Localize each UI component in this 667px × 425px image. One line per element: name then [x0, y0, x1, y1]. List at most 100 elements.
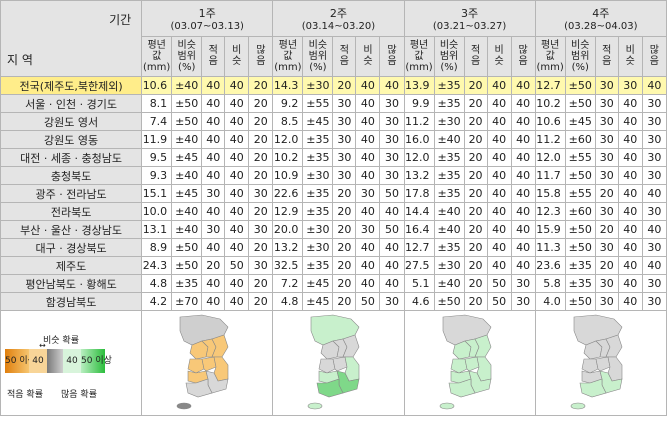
- range-value: ±35: [302, 256, 334, 275]
- low-prob: 20: [463, 238, 488, 257]
- range-value: ±50: [171, 94, 203, 113]
- similar-prob: 40: [486, 238, 512, 257]
- high-prob: 30: [248, 220, 274, 239]
- high-prob: 30: [510, 292, 536, 311]
- table-row: 함경남북도 4.2 ±70 40 40 20 4.8 ±45 20 50 30 4.6 ±50 20 50 3…: [0, 292, 667, 311]
- similar-prob: 40: [617, 166, 643, 185]
- similar-prob: 40: [224, 166, 250, 185]
- low-prob: 30: [594, 148, 619, 167]
- high-prob: 20: [248, 202, 274, 221]
- map-region-chungbuk: [201, 356, 217, 372]
- avg-value: 7.4: [141, 112, 173, 131]
- range-value: ±45: [302, 292, 334, 311]
- low-prob: 40: [201, 94, 226, 113]
- high-prob: 30: [641, 112, 667, 131]
- week-header-3: 3주 (03.21~03.27): [403, 0, 536, 37]
- low-prob: 20: [594, 184, 619, 203]
- table-row: 강원도 영서 7.4 ±50 40 40 20 8.5 ±45 30 40 30 11.2 ±30 20 4…: [0, 112, 667, 131]
- similar-prob: 40: [617, 274, 643, 293]
- range-header: 비슷 범위 (%): [564, 35, 596, 78]
- range-value: ±35: [433, 166, 465, 185]
- region-name: 부산 · 울산 · 경상남도: [0, 220, 143, 239]
- low-prob: 20: [332, 202, 357, 221]
- avg-value: 5.8: [534, 274, 566, 293]
- similar-prob: 30: [355, 184, 381, 203]
- avg-value: 10.2: [534, 94, 566, 113]
- low-prob: 30: [332, 130, 357, 149]
- table-row: 대전 · 세종 · 충청남도 9.5 ±45 40 40 20 10.2 ±35 30 40 30 1…: [0, 148, 667, 167]
- similar-prob: 40: [617, 238, 643, 257]
- region-name: 전라북도: [0, 202, 143, 221]
- region-name: 함경남북도: [0, 292, 143, 311]
- map-container: [536, 312, 665, 415]
- avg-value: 27.5: [403, 256, 435, 275]
- similar-prob: 40: [355, 202, 381, 221]
- high-prob: 20: [248, 112, 274, 131]
- range-value: ±30: [302, 220, 334, 239]
- avg-value: 7.2: [272, 274, 304, 293]
- region-name: 전국(제주도,북한제외): [0, 76, 143, 95]
- low-prob: 20: [463, 274, 488, 293]
- avg-value: 13.2: [272, 238, 304, 257]
- low-prob: 40: [201, 130, 226, 149]
- week-dates: (03.14~03.20): [301, 20, 376, 32]
- similar-prob: 40: [486, 130, 512, 149]
- avg-value: 9.2: [272, 94, 304, 113]
- low-prob: 30: [594, 112, 619, 131]
- range-value: ±35: [302, 202, 334, 221]
- high-prob: 40: [641, 220, 667, 239]
- similar-prob: 40: [617, 94, 643, 113]
- low-prob: 40: [201, 148, 226, 167]
- range-value: ±60: [564, 130, 596, 149]
- legend-high-strong: 50 이상: [81, 349, 112, 373]
- high-prob: 40: [510, 202, 536, 221]
- low-prob: 20: [594, 220, 619, 239]
- avg-value: 10.2: [272, 148, 304, 167]
- high-prob: 40: [510, 94, 536, 113]
- table-row: 충청북도 9.3 ±40 40 40 20 10.9 ±30 30 40 30 13.2 ±35 20 40…: [0, 166, 667, 185]
- range-header: 비슷 범위 (%): [171, 35, 203, 78]
- range-value: ±35: [171, 274, 203, 293]
- map-row: 비슷 확률 ↔ 50 이상 40 40 50 이상 적음 확률 많음 확률: [0, 310, 667, 416]
- avg-header: 평년 값 (mm): [534, 35, 566, 78]
- similar-prob: 40: [355, 112, 381, 131]
- avg-value: 11.3: [534, 238, 566, 257]
- table-row: 전라북도 10.0 ±40 40 40 20 12.9 ±35 20 40 40 14.4 ±40 20 4…: [0, 202, 667, 221]
- range-header: 비슷 범위 (%): [433, 35, 465, 78]
- korea-map: [176, 314, 229, 410]
- high-prob: 40: [379, 76, 405, 95]
- high-prob: 30: [248, 256, 274, 275]
- legend-cell: 비슷 확률 ↔ 50 이상 40 40 50 이상 적음 확률 많음 확률: [0, 310, 143, 416]
- high-prob: 30: [248, 184, 274, 203]
- map-region-chungbuk: [464, 356, 479, 372]
- week-title: 3주: [461, 6, 479, 20]
- low-header: 적음: [463, 35, 488, 78]
- similar-prob: 40: [486, 220, 512, 239]
- low-prob: 30: [332, 94, 357, 113]
- similar-prob: 40: [486, 256, 512, 275]
- high-prob: 30: [641, 166, 667, 185]
- map-region-chungnam: [450, 358, 467, 374]
- range-value: ±30: [302, 238, 334, 257]
- similar-prob: 40: [224, 76, 250, 95]
- high-prob: 40: [510, 184, 536, 203]
- range-value: ±35: [433, 94, 465, 113]
- region-label: 지 역: [7, 53, 33, 67]
- table-row: 부산 · 울산 · 경상남도 13.1 ±40 30 40 30 20.0 ±30 20 30 50…: [0, 220, 667, 239]
- region-name: 강원도 영서: [0, 112, 143, 131]
- similar-prob: 40: [486, 184, 512, 203]
- high-prob: 20: [248, 274, 274, 293]
- high-prob: 40: [641, 184, 667, 203]
- range-value: ±35: [564, 256, 596, 275]
- similar-prob: 40: [486, 148, 512, 167]
- range-value: ±50: [564, 292, 596, 311]
- low-prob: 40: [201, 238, 226, 257]
- similar-prob: 40: [224, 274, 250, 293]
- low-prob: 20: [463, 148, 488, 167]
- avg-value: 8.1: [141, 94, 173, 113]
- high-prob: 40: [510, 238, 536, 257]
- high-prob: 40: [379, 274, 405, 293]
- range-value: ±45: [564, 112, 596, 131]
- region-name: 충청북도: [0, 166, 143, 185]
- avg-value: 13.1: [141, 220, 173, 239]
